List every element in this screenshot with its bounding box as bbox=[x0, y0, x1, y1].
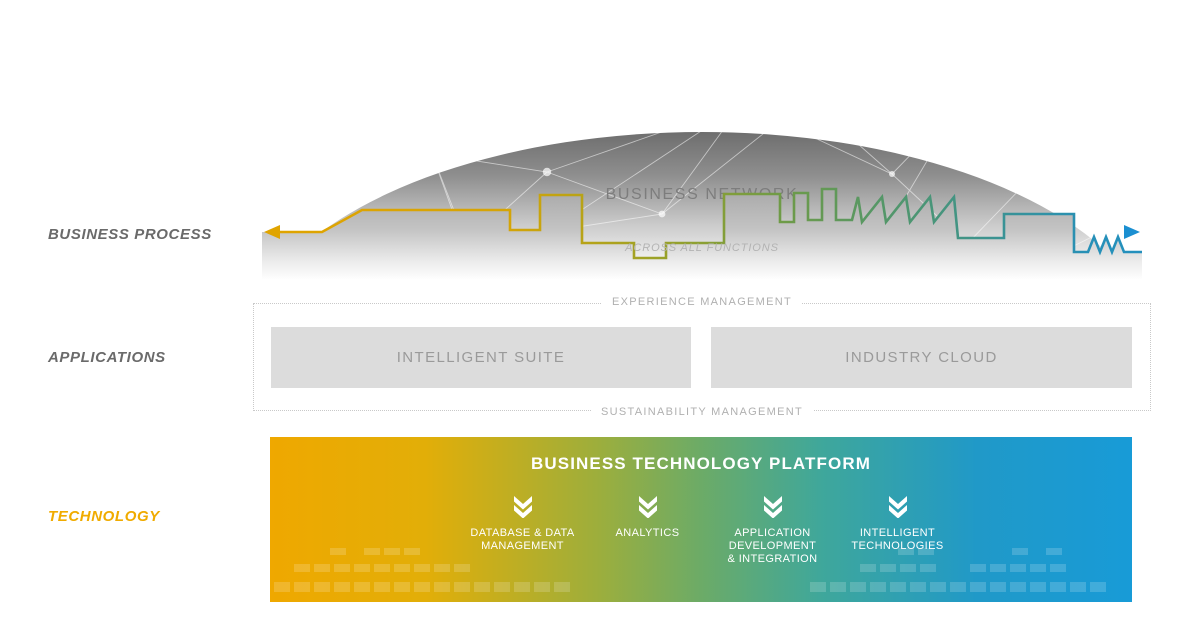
application-boxes: INTELLIGENT SUITE INDUSTRY CLOUD bbox=[271, 327, 1132, 388]
sustainability-management-label: SUSTAINABILITY MANAGEMENT bbox=[590, 406, 814, 418]
skyline-fill bbox=[262, 189, 1142, 280]
app-box-intelligent-suite-label: INTELLIGENT SUITE bbox=[396, 349, 566, 366]
pillar-label-analytics: ANALYTICS bbox=[615, 527, 680, 539]
app-box-intelligent-suite[interactable]: INTELLIGENT SUITE bbox=[271, 327, 691, 388]
app-box-industry-cloud[interactable]: INDUSTRY CLOUD bbox=[711, 327, 1132, 388]
double-chevron-down-icon bbox=[510, 492, 536, 519]
row-label-applications: APPLICATIONS bbox=[48, 349, 166, 366]
experience-management-label: EXPERIENCE MANAGEMENT bbox=[601, 296, 803, 308]
pillar-intelligent-technologies[interactable]: INTELLIGENT TECHNOLOGIES bbox=[835, 492, 960, 566]
row-label-business-process: BUSINESS PROCESS bbox=[48, 226, 212, 243]
double-chevron-down-icon bbox=[885, 492, 911, 519]
pillar-database-data-management[interactable]: DATABASE & DATA MANAGEMENT bbox=[460, 492, 585, 566]
business-process-band: ACROSS ALL FUNCTIONS bbox=[262, 180, 1142, 280]
row-label-technology: TECHNOLOGY bbox=[48, 508, 160, 525]
pillar-label-application-development-integration: APPLICATION DEVELOPMENT & INTEGRATION bbox=[727, 527, 818, 565]
pillar-label-intelligent-technologies: INTELLIGENT TECHNOLOGIES bbox=[851, 527, 944, 552]
pillar-label-database-data-management: DATABASE & DATA MANAGEMENT bbox=[470, 527, 575, 552]
app-box-industry-cloud-label: INDUSTRY CLOUD bbox=[845, 349, 998, 366]
pillar-application-development-integration[interactable]: APPLICATION DEVELOPMENT & INTEGRATION bbox=[710, 492, 835, 566]
pillar-analytics[interactable]: ANALYTICS bbox=[585, 492, 710, 566]
process-skyline-graphic bbox=[262, 187, 1142, 280]
double-chevron-down-icon bbox=[760, 492, 786, 519]
btp-pillars: DATABASE & DATA MANAGEMENT ANALYTICS APP… bbox=[460, 492, 960, 566]
double-chevron-down-icon bbox=[635, 492, 661, 519]
business-technology-platform-bar: BUSINESS TECHNOLOGY PLATFORM DATABASE & … bbox=[270, 437, 1132, 602]
btp-title: BUSINESS TECHNOLOGY PLATFORM bbox=[531, 454, 871, 473]
